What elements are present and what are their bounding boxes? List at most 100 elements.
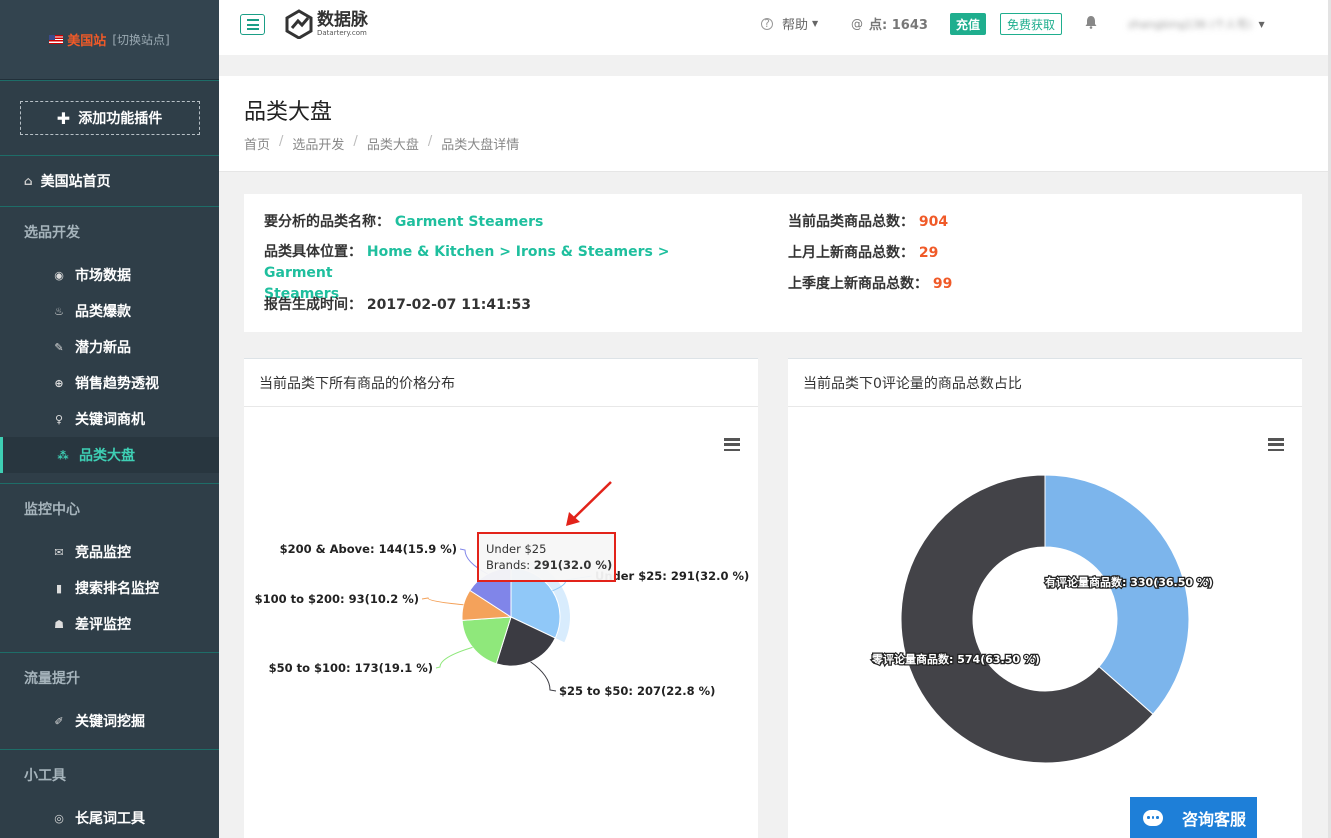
add-plugin-area: ✚ 添加功能插件	[0, 80, 219, 156]
add-plugin-button[interactable]: ✚ 添加功能插件	[19, 101, 200, 135]
sidebar-item[interactable]: ⁂ 品类大盘	[0, 437, 219, 473]
sidebar-item[interactable]: ⊕ 销售趋势透视	[0, 365, 219, 401]
sidebar-item[interactable]: ◎ 长尾词工具	[0, 800, 219, 836]
points-display: @ 点: 1643	[851, 14, 928, 34]
label: 报告生成时间：	[264, 297, 362, 313]
sidebar-item-label: 差评监控	[75, 617, 131, 633]
sidebar-item[interactable]: ✉ 竞品监控	[0, 534, 219, 570]
pen-icon: ✐	[54, 714, 64, 728]
tooltip-value-row: Brands: 291(32.0 %)	[486, 557, 614, 573]
points-value: 点: 1643	[869, 18, 928, 33]
home-icon: ⌂	[24, 174, 33, 188]
label: 品类具体位置：	[264, 244, 362, 260]
breadcrumb-item: 品类大盘详情	[441, 138, 520, 153]
add-plugin-label: 添加功能插件	[78, 111, 163, 127]
report-time-value: 2017-02-07 11:41:53	[366, 297, 531, 313]
sidebar-item-label: 销售趋势透视	[75, 376, 159, 392]
fire-icon: ♨	[54, 304, 64, 318]
bulb-icon: ♀	[54, 412, 64, 426]
sidebar-item[interactable]: ▮ 搜索排名监控	[0, 570, 219, 606]
total-count-row: 当前品类商品总数： 904	[788, 211, 948, 231]
sidebar-item-home[interactable]: ⌂ 美国站首页	[0, 156, 219, 207]
points-icon: @	[851, 16, 863, 31]
sidebar-group-label: 监控中心	[24, 502, 80, 518]
sidebar-item[interactable]: ◉ 市场数据	[0, 257, 219, 293]
switch-site-link[interactable]: [切换站点]	[112, 31, 169, 48]
last-month-row: 上月上新商品总数： 29	[788, 242, 938, 262]
sidebar-group-label: 小工具	[24, 768, 66, 784]
last-month-value: 29	[918, 245, 939, 261]
sidebar-item-label: 品类爆款	[75, 304, 131, 320]
breadcrumb-item[interactable]: 选品开发	[292, 134, 344, 153]
category-name-value: Garment Steamers	[394, 214, 544, 230]
help-label: 帮助	[782, 18, 809, 33]
sidebar-group-label: 选品开发	[24, 225, 80, 241]
thumbs-down-icon: ☗	[54, 617, 64, 631]
sidebar-item[interactable]: ♨ 品类爆款	[0, 293, 219, 329]
sidebar-item[interactable]: ✎ 潜力新品	[0, 329, 219, 365]
site-switcher[interactable]: 美国站 [切换站点]	[0, 0, 219, 80]
page-header: 品类大盘 首页 / 选品开发 / 品类大盘 / 品类大盘详情	[219, 76, 1328, 172]
sidebar-group-label: 流量提升	[24, 671, 80, 687]
target-icon: ◎	[54, 811, 64, 825]
last-quarter-row: 上季度上新商品总数： 99	[788, 273, 952, 293]
sidebar-item[interactable]: ✐ 关键词挖掘	[0, 703, 219, 739]
label: 上月上新商品总数：	[788, 245, 914, 261]
free-get-button[interactable]: 免费获取	[1000, 13, 1063, 35]
crosshair-icon: ⊕	[54, 376, 64, 390]
sidebar-item-label: 品类大盘	[79, 448, 135, 464]
sidebar-item-label: 长尾词工具	[75, 811, 145, 827]
sidebar-item-label: 潜力新品	[75, 340, 131, 356]
tooltip-value: 291(32.0 %)	[533, 558, 613, 572]
datartery-logo-icon	[285, 9, 313, 39]
recharge-button[interactable]: 充值	[950, 13, 987, 35]
menu-toggle-icon[interactable]	[240, 14, 265, 35]
chat-support-button[interactable]: 咨询客服	[1130, 797, 1257, 838]
category-name-row: 要分析的品类名称： Garment Steamers	[264, 211, 543, 231]
price-distribution-panel: 当前品类下所有商品的价格分布	[244, 358, 758, 838]
us-flag-icon	[49, 35, 64, 44]
globe-icon: ◉	[54, 268, 64, 282]
zero-review-panel: 当前品类下0评论量的商品总数占比	[788, 358, 1302, 838]
panel-title: 当前品类下所有商品的价格分布	[244, 359, 758, 407]
sidebar-item-label: 关键词商机	[75, 412, 145, 428]
label: 上季度上新商品总数：	[788, 276, 928, 292]
sidebar-item[interactable]: ☗ 差评监控	[0, 606, 219, 642]
breadcrumb: 首页 / 选品开发 / 品类大盘 / 品类大盘详情	[244, 134, 520, 153]
grid-icon: ⁂	[57, 448, 69, 462]
chat-bubble-icon	[1143, 809, 1163, 826]
breadcrumb-item[interactable]: 首页	[244, 134, 270, 153]
page-title: 品类大盘	[244, 100, 333, 125]
panel-title: 当前品类下0评论量的商品总数占比	[788, 359, 1302, 407]
breadcrumb-item[interactable]: 品类大盘	[367, 134, 419, 153]
logo-subtext: Datartery.com	[317, 28, 367, 37]
user-menu[interactable]: zhangbing136 (个人号) ▼	[1128, 16, 1265, 32]
help-menu[interactable]: ? 帮助 ▼	[761, 14, 818, 33]
envelope-icon: ✉	[54, 545, 64, 559]
sidebar-item[interactable]: ♀ 关键词商机	[0, 401, 219, 437]
label: 当前品类商品总数：	[788, 214, 914, 230]
chevron-down-icon: ▼	[1258, 19, 1265, 29]
tooltip-label: Brands:	[486, 558, 534, 572]
last-quarter-value: 99	[932, 276, 953, 292]
plus-icon: ✚	[56, 108, 71, 128]
top-header: 数据脉 Datartery.com ? 帮助 ▼ @ 点: 1643 充值 免费…	[219, 0, 1328, 55]
sidebar-item-label: 市场数据	[75, 268, 131, 284]
logo-text: 数据脉	[317, 9, 368, 30]
help-icon: ?	[761, 17, 773, 30]
tooltip-title: Under $25	[486, 542, 547, 556]
tag-icon: ✎	[54, 340, 64, 354]
site-name: 美国站	[67, 34, 107, 49]
sidebar-nav: 选品开发 ◉ 市场数据 ♨ 品类爆款 ✎ 潜力新品 ⊕ 销售趋势透视 ♀ 关键词商机 ⁂ 品类大盘监控中…	[0, 207, 219, 836]
logo[interactable]: 数据脉 Datartery.com	[284, 9, 368, 39]
total-count-value: 904	[918, 214, 949, 230]
label: 要分析的品类名称：	[264, 214, 390, 230]
user-name: zhangbing136 (个人号)	[1128, 18, 1252, 31]
report-time-row: 报告生成时间： 2017-02-07 11:41:53	[264, 294, 531, 314]
chart-menu-icon[interactable]	[724, 438, 740, 451]
chart-menu-icon[interactable]	[1268, 438, 1284, 451]
category-info-card: 要分析的品类名称： Garment Steamers 品类具体位置： Home …	[244, 194, 1302, 332]
sidebar: 美国站 [切换站点] ✚ 添加功能插件 ⌂ 美国站首页 选品开发 ◉ 市场数据 ♨ 品类…	[0, 0, 219, 838]
sidebar-item-label: 竞品监控	[75, 545, 131, 561]
bell-icon[interactable]	[1085, 15, 1097, 29]
